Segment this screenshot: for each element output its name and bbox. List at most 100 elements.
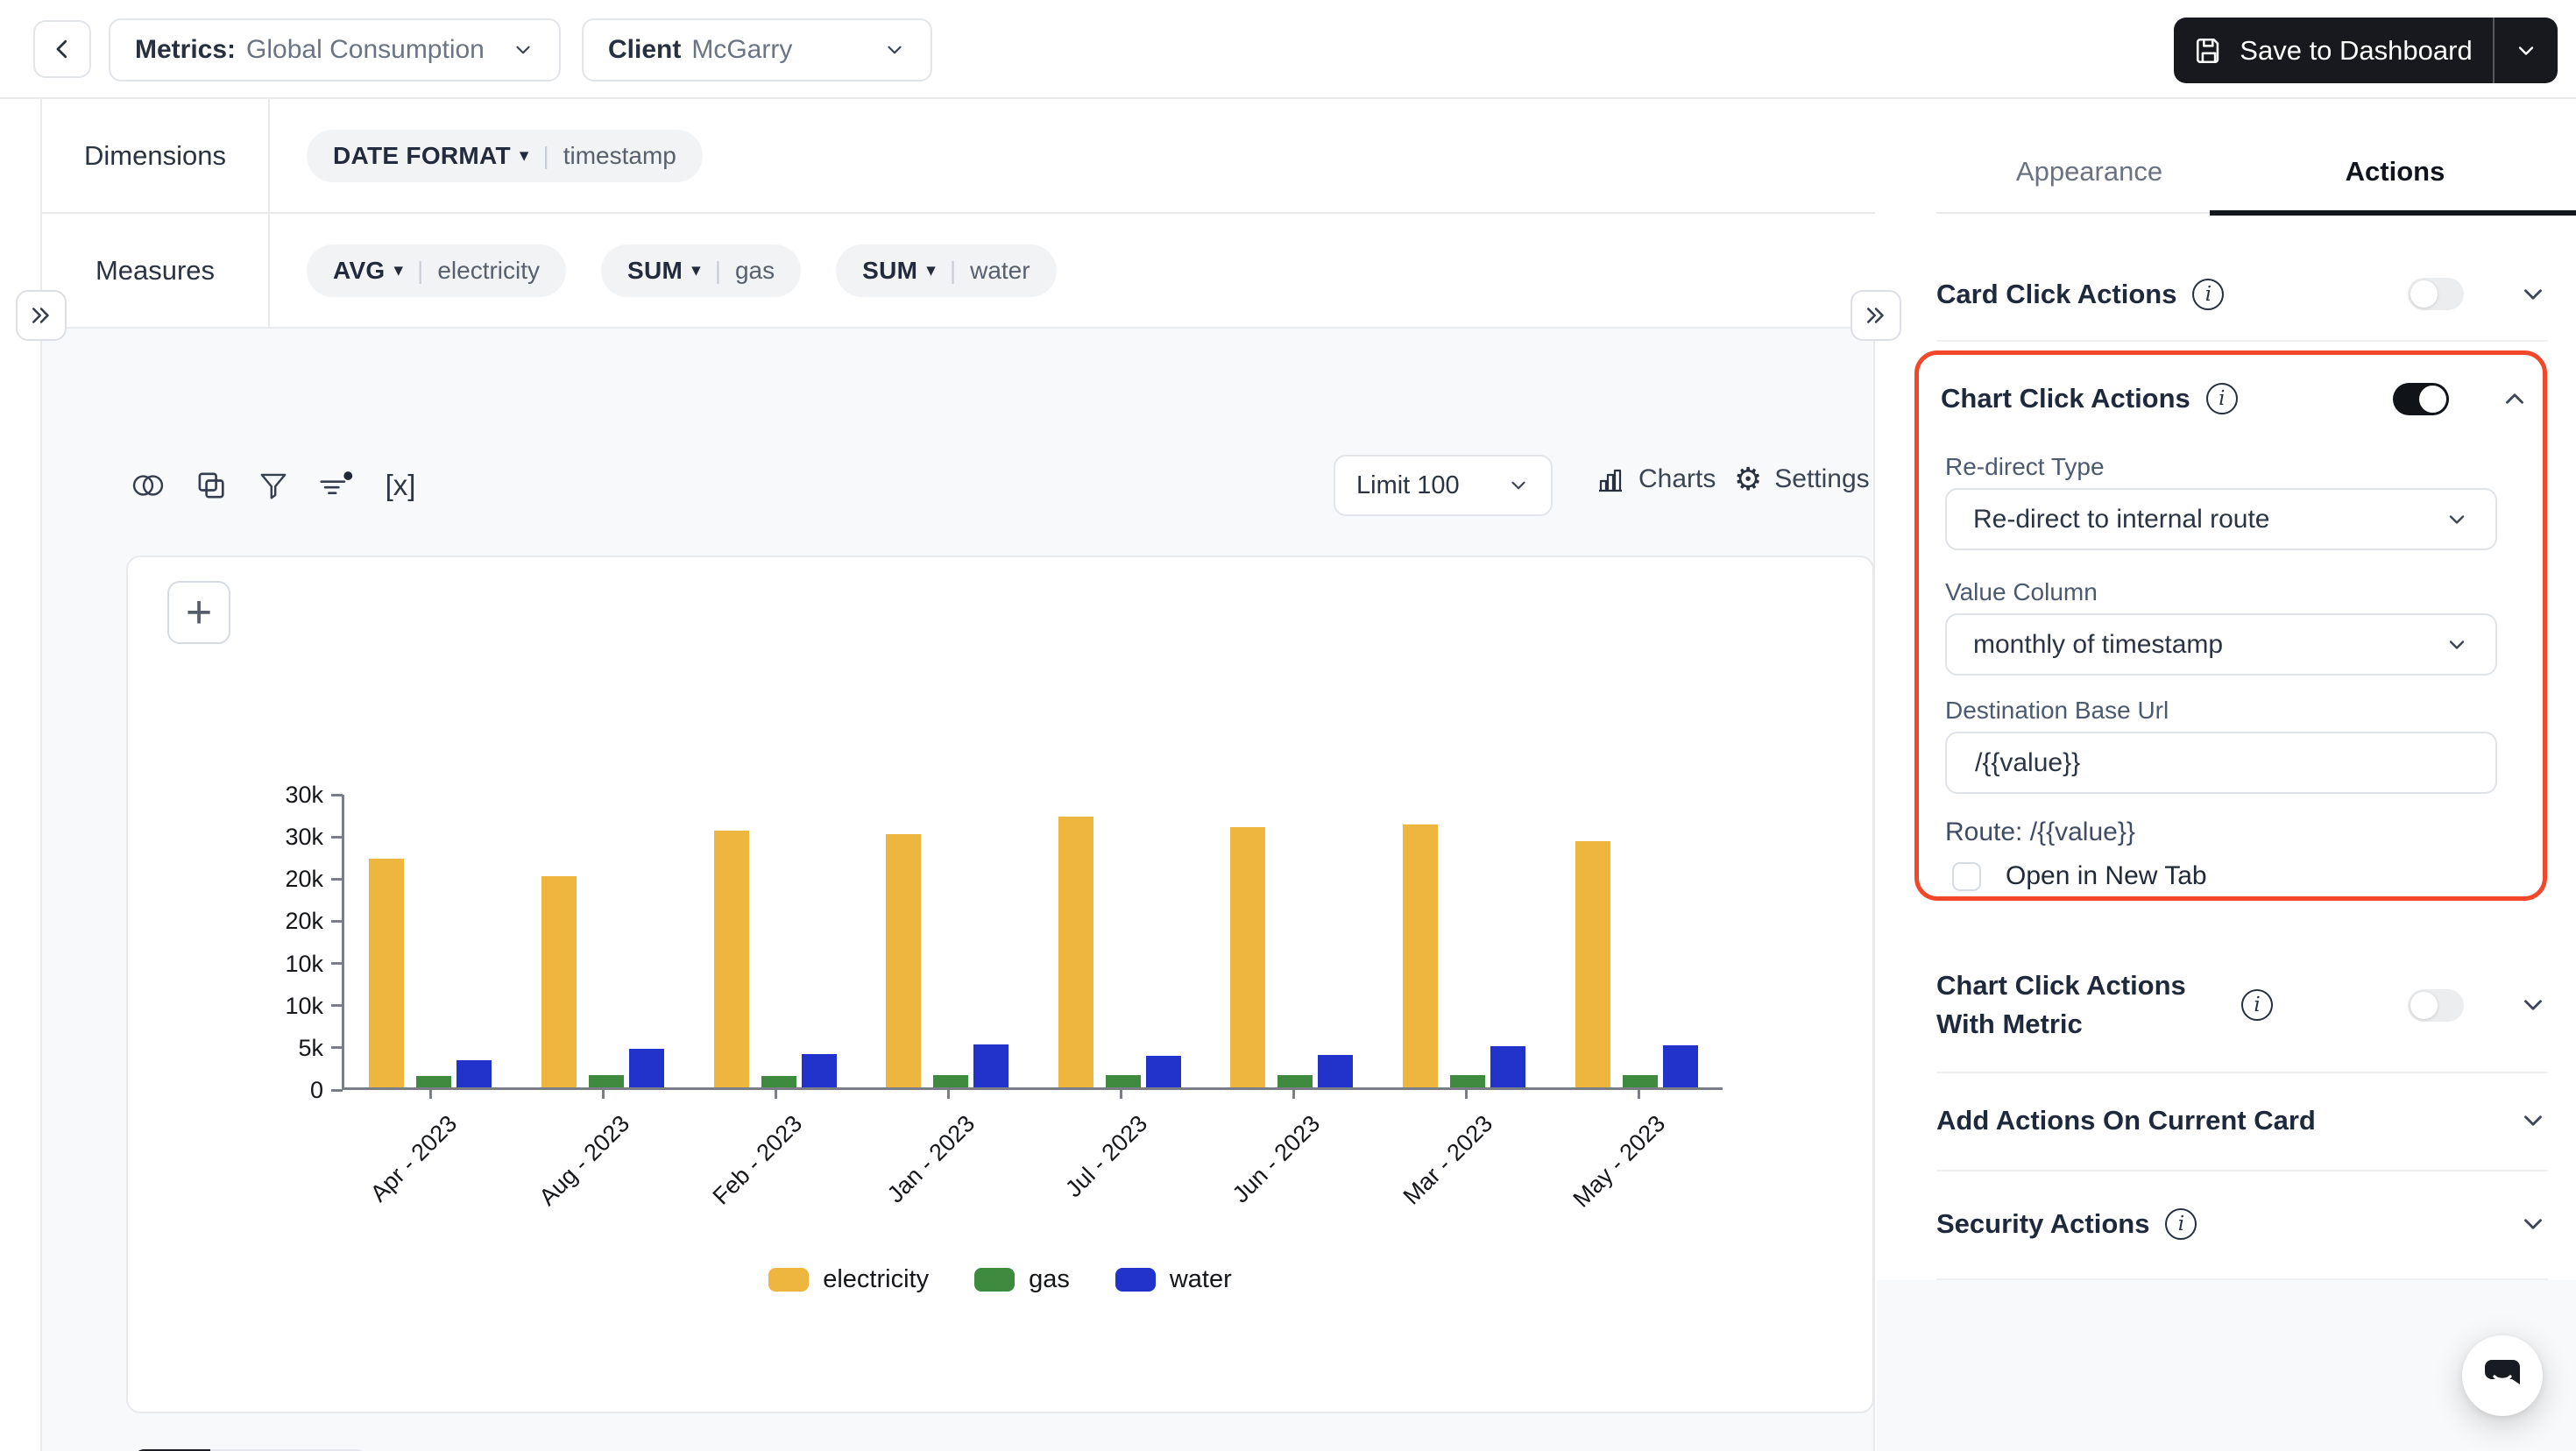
- charts-label: Charts: [1638, 464, 1716, 493]
- bar-gas[interactable]: [1622, 1074, 1658, 1087]
- security-actions-row[interactable]: Security Actions i: [1936, 1170, 2548, 1278]
- metrics-dropdown[interactable]: Metrics: Global Consumption: [109, 18, 561, 81]
- open-new-tab-checkbox[interactable]: [1952, 861, 1981, 891]
- expand-right-panel-button[interactable]: [1851, 290, 1901, 341]
- bar-group[interactable]: [1034, 795, 1207, 1087]
- gear-icon: ⚙: [1734, 461, 1763, 497]
- bar-water[interactable]: [1145, 1055, 1181, 1087]
- bar-electricity[interactable]: [1403, 825, 1439, 1087]
- value-column-label: Value Column: [1945, 578, 2098, 605]
- bar-gas[interactable]: [761, 1075, 796, 1087]
- y-axis-tick: [331, 877, 343, 881]
- info-icon[interactable]: i: [2205, 383, 2238, 414]
- dimension-chip-timestamp[interactable]: DATE FORMAT ▾ | timestamp: [307, 129, 703, 182]
- duplicate-icon[interactable]: [188, 464, 232, 507]
- variable-icon[interactable]: [x]: [379, 464, 422, 507]
- bar-electricity[interactable]: [1058, 816, 1093, 1087]
- bar-electricity[interactable]: [541, 875, 577, 1087]
- join-venn-icon[interactable]: [126, 464, 170, 507]
- bar-gas[interactable]: [1105, 1074, 1141, 1087]
- chevron-down-icon[interactable]: [2518, 280, 2548, 309]
- bar-gas[interactable]: [416, 1075, 452, 1087]
- client-value: McGarry: [691, 35, 793, 64]
- filter-icon[interactable]: [251, 464, 295, 507]
- measure-chip-gas[interactable]: SUM ▾ | gas: [601, 244, 802, 297]
- info-icon[interactable]: i: [2241, 989, 2273, 1021]
- chart-click-actions-metric-toggle[interactable]: [2408, 988, 2464, 1022]
- value-column-select[interactable]: monthly of timestamp: [1945, 613, 2497, 676]
- bar-gas[interactable]: [933, 1074, 969, 1087]
- bar-electricity[interactable]: [1230, 827, 1266, 1087]
- y-axis-label: 30k: [285, 782, 323, 808]
- bar-group[interactable]: [1206, 795, 1378, 1087]
- chip-field: timestamp: [563, 141, 676, 169]
- bar-group[interactable]: [1550, 795, 1723, 1087]
- bar-gas[interactable]: [1277, 1074, 1313, 1087]
- bar-water[interactable]: [801, 1053, 837, 1087]
- section-title: Chart Click Actions: [1941, 383, 2190, 414]
- bar-water[interactable]: [1318, 1054, 1354, 1087]
- bar-group[interactable]: [1378, 795, 1551, 1087]
- legend-item-electricity[interactable]: electricity: [768, 1265, 929, 1294]
- measure-chip-water[interactable]: SUM ▾ | water: [836, 244, 1057, 297]
- bar-gas[interactable]: [588, 1074, 624, 1087]
- caret-down-icon: ▾: [926, 260, 936, 280]
- chip-aggregation: SUM: [627, 256, 683, 284]
- chart-click-actions-toggle[interactable]: [2393, 382, 2449, 415]
- add-actions-row[interactable]: Add Actions On Current Card: [1936, 1072, 2548, 1170]
- redirect-type-select[interactable]: Re-direct to internal route: [1945, 488, 2497, 550]
- chevron-down-icon[interactable]: [2518, 1106, 2548, 1136]
- legend-item-gas[interactable]: gas: [974, 1265, 1070, 1294]
- y-axis-label: 10k: [285, 950, 323, 977]
- bar-group[interactable]: [344, 795, 517, 1087]
- limit-dropdown[interactable]: Limit 100: [1334, 455, 1553, 516]
- bar-water[interactable]: [628, 1049, 664, 1087]
- destination-base-url-label: Destination Base Url: [1945, 697, 2169, 724]
- y-axis-label: 20k: [285, 908, 323, 935]
- info-icon[interactable]: i: [2192, 278, 2225, 310]
- metrics-value: Global Consumption: [246, 35, 485, 64]
- bar-gas[interactable]: [1450, 1074, 1486, 1087]
- bar-water[interactable]: [1662, 1045, 1698, 1087]
- bar-water[interactable]: [1490, 1046, 1526, 1087]
- x-axis-tick: [1638, 1087, 1640, 1099]
- bar-electricity[interactable]: [1575, 841, 1610, 1087]
- chat-support-button[interactable]: [2462, 1335, 2543, 1416]
- card-click-actions-toggle[interactable]: [2408, 278, 2464, 310]
- settings-button[interactable]: ⚙ Settings: [1734, 464, 1870, 495]
- save-to-dashboard-button[interactable]: Save to Dashboard: [2174, 18, 2558, 83]
- bar-group[interactable]: [517, 795, 690, 1087]
- destination-base-url-input[interactable]: [1945, 732, 2497, 794]
- zoom-in-button[interactable]: +: [167, 581, 230, 644]
- bar-electricity[interactable]: [713, 831, 749, 1087]
- chevron-up-icon[interactable]: [2500, 384, 2530, 414]
- bar-water[interactable]: [456, 1060, 492, 1087]
- bar-group[interactable]: [689, 795, 861, 1087]
- x-axis-label: Aug - 2023: [534, 1110, 634, 1211]
- legend-item-water[interactable]: water: [1115, 1265, 1232, 1294]
- tab-appearance[interactable]: Appearance: [1936, 131, 2242, 212]
- bar-group[interactable]: [861, 795, 1034, 1087]
- expand-left-panel-button[interactable]: [16, 290, 67, 341]
- value-column-value: monthly of timestamp: [1973, 629, 2224, 659]
- info-icon[interactable]: i: [2165, 1208, 2197, 1240]
- sort-icon[interactable]: [313, 464, 357, 507]
- chat-bubble-icon: [2481, 1355, 2523, 1397]
- client-dropdown[interactable]: Client McGarry: [582, 18, 932, 81]
- chevron-down-icon[interactable]: [2518, 1209, 2548, 1239]
- charts-button[interactable]: Charts: [1595, 464, 1716, 495]
- x-axis-label: Mar - 2023: [1398, 1110, 1497, 1210]
- save-icon: [2194, 36, 2224, 66]
- bar-water[interactable]: [973, 1044, 1009, 1087]
- back-button[interactable]: [33, 20, 91, 78]
- settings-label: Settings: [1774, 464, 1870, 493]
- bar-electricity[interactable]: [369, 859, 405, 1087]
- bar-electricity[interactable]: [886, 833, 922, 1087]
- measure-chip-electricity[interactable]: AVG ▾ | electricity: [307, 244, 567, 297]
- tab-actions[interactable]: Actions: [2210, 131, 2576, 216]
- save-options-caret[interactable]: [2495, 39, 2558, 63]
- chip-field: gas: [734, 256, 775, 284]
- chevron-left-icon: [49, 36, 75, 62]
- chevron-down-icon[interactable]: [2518, 990, 2548, 1020]
- x-axis-tick: [1120, 1087, 1122, 1099]
